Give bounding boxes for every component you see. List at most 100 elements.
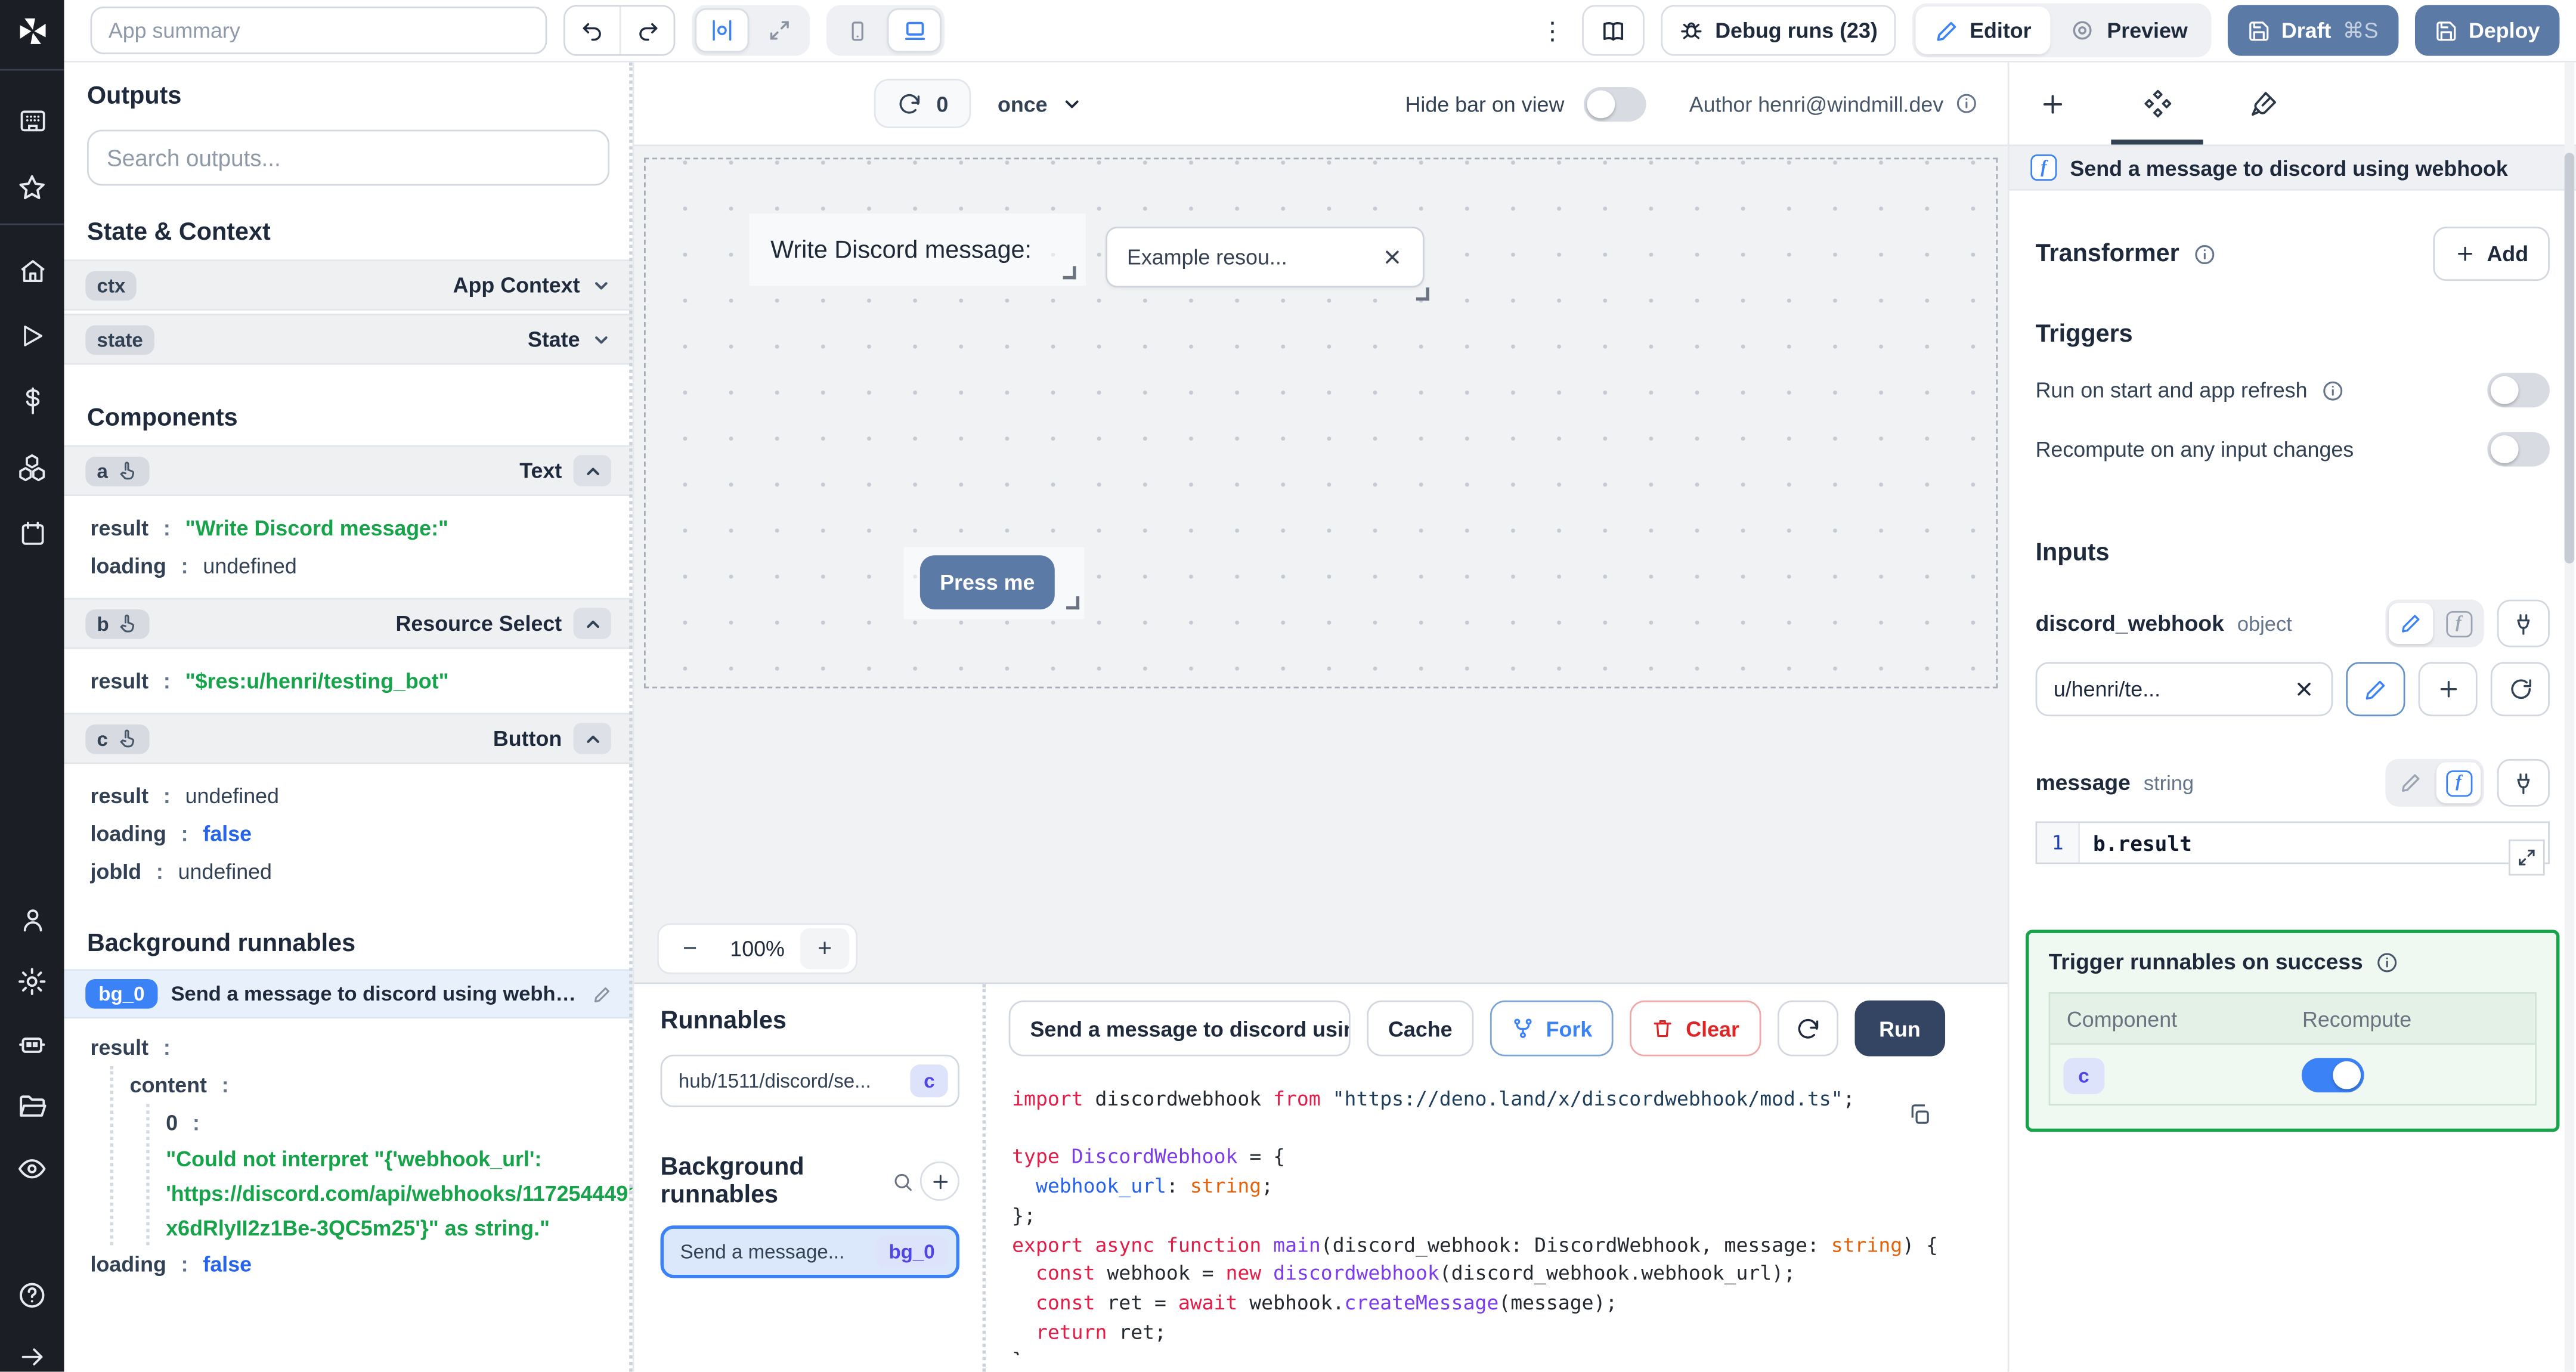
connect-input-button[interactable] [2497, 758, 2550, 807]
layout-toggle-group [691, 5, 810, 56]
tab-preview[interactable]: Preview [2051, 7, 2207, 54]
deploy-button[interactable]: Deploy [2414, 5, 2560, 56]
collapse-chevron-button[interactable] [573, 723, 611, 754]
sidebar-item-audit-logs[interactable] [17, 1153, 48, 1184]
component-row[interactable]: a Text [64, 445, 633, 497]
tab-editor[interactable]: Editor [1915, 7, 2051, 54]
resize-handle[interactable] [1416, 287, 1429, 301]
component-row[interactable]: c Button [64, 713, 633, 764]
sidebar-item-resources[interactable] [17, 452, 48, 483]
sidebar-item-users[interactable] [17, 905, 47, 935]
sidebar-item-folders[interactable] [17, 1091, 48, 1122]
sidebar-item-workers[interactable] [17, 1029, 48, 1060]
runnable-item[interactable]: hub/1511/discord/se... c [660, 1054, 959, 1107]
debug-runs-button[interactable]: Debug runs (23) [1661, 5, 1896, 56]
clear-button[interactable]: Clear [1630, 1000, 1761, 1057]
static-mode-button[interactable] [2388, 603, 2433, 644]
app-grid[interactable]: Write Discord message: Example resou... … [643, 157, 1998, 689]
add-resource-button[interactable] [2418, 662, 2478, 717]
sidebar-item-settings[interactable] [17, 966, 48, 997]
sidebar-item-favorites[interactable] [17, 172, 48, 203]
sidebar-item-home[interactable] [17, 256, 47, 286]
add-background-runnable-button[interactable] [919, 1161, 959, 1201]
info-icon[interactable] [2376, 950, 2399, 974]
refresh-code-button[interactable] [1777, 1000, 1838, 1057]
collapse-chevron-button[interactable] [573, 608, 611, 639]
pointer-hand-icon [116, 728, 138, 750]
chevron-down-icon[interactable] [592, 275, 611, 295]
styling-tab[interactable] [2249, 89, 2279, 119]
run-button[interactable]: Run [1854, 1000, 1946, 1057]
trigger-row-run-on-start: Run on start and app refresh [2036, 373, 2550, 408]
zoom-in-button[interactable]: + [800, 928, 850, 970]
search-outputs-input[interactable] [87, 129, 610, 186]
fullscreen-layout-button[interactable] [753, 8, 807, 52]
background-runnable-row[interactable]: bg_0 Send a message to discord using web… [64, 969, 633, 1019]
recompute-on-change-toggle[interactable] [2487, 432, 2550, 467]
output-row-state[interactable]: state State [64, 314, 633, 365]
button-component: Press me [903, 547, 1085, 620]
sidebar-item-apps[interactable] [17, 107, 47, 137]
draft-button[interactable]: Draft ⌘S [2227, 5, 2398, 56]
copy-code-icon[interactable] [1908, 1102, 1932, 1127]
info-icon[interactable] [1955, 92, 1979, 115]
sidebar-item-runs[interactable] [18, 322, 46, 350]
sidebar-item-help[interactable] [17, 1280, 48, 1311]
collapse-chevron-button[interactable] [573, 455, 611, 487]
refresh-resource-button[interactable] [2490, 662, 2550, 717]
clear-resource-icon[interactable] [2293, 679, 2315, 700]
resize-handle[interactable] [1066, 596, 1080, 610]
recompute-c-toggle[interactable] [2302, 1057, 2365, 1092]
undo-button[interactable] [565, 7, 620, 54]
zoom-out-button[interactable]: − [665, 928, 715, 970]
runnable-component-badge: c [911, 1064, 948, 1098]
cache-button[interactable]: Cache [1367, 1000, 1474, 1057]
code-content[interactable]: import discordwebhook from "https://deno… [1009, 1073, 2008, 1355]
info-icon[interactable] [2193, 242, 2216, 265]
mobile-view-button[interactable] [829, 8, 884, 52]
outputs-panel: Outputs State & Context ctx App Context … [64, 62, 634, 1372]
output-row-ctx[interactable]: ctx App Context [64, 259, 633, 311]
resource-value-input[interactable]: u/henri/te... [2035, 662, 2333, 717]
more-menu-icon[interactable]: ⋮ [1539, 16, 1565, 45]
search-icon[interactable] [892, 1170, 914, 1192]
add-transformer-button[interactable]: Add [2432, 227, 2550, 281]
text-component[interactable]: Write Discord message: [749, 213, 1086, 286]
edit-resource-button[interactable] [2346, 662, 2405, 717]
insert-component-tab[interactable] [2039, 89, 2067, 117]
expand-editor-icon[interactable] [2509, 839, 2545, 876]
scrollbar[interactable] [2564, 62, 2575, 1372]
info-icon[interactable] [2321, 379, 2344, 402]
component-settings-tab[interactable] [2142, 88, 2174, 119]
sidebar-item-schedules[interactable] [17, 519, 47, 549]
run-mode-select[interactable]: once [998, 91, 1082, 116]
run-on-start-toggle[interactable] [2487, 373, 2550, 408]
background-runnable-item-selected[interactable]: Send a message... bg_0 [660, 1225, 959, 1278]
docs-button[interactable] [1582, 5, 1645, 56]
clear-select-icon[interactable] [1382, 246, 1403, 268]
component-row[interactable]: b Resource Select [64, 597, 633, 649]
hide-bar-toggle[interactable] [1584, 86, 1647, 121]
redo-button[interactable] [619, 7, 674, 54]
press-me-button[interactable]: Press me [919, 555, 1055, 610]
resource-select-component[interactable]: Example resou... [1106, 227, 1429, 301]
app-summary-input[interactable] [90, 7, 547, 54]
desktop-view-button[interactable] [887, 8, 942, 53]
script-title-button[interactable]: Send a message to discord using [1008, 1000, 1351, 1057]
center-layout-button[interactable] [695, 8, 750, 53]
edit-pencil-icon[interactable] [593, 985, 611, 1003]
connect-input-button[interactable] [2497, 599, 2550, 648]
resize-handle[interactable] [1063, 266, 1076, 280]
message-expression-editor[interactable]: 1 b.result [2035, 821, 2550, 876]
static-mode-button[interactable] [2389, 762, 2433, 803]
eval-mode-button[interactable]: f [2436, 603, 2481, 644]
sidebar-expand-icon[interactable] [17, 1342, 47, 1372]
sidebar-item-usage[interactable] [17, 386, 47, 416]
refresh-count-button[interactable]: 0 [874, 79, 971, 128]
outputs-title: Outputs [87, 82, 182, 110]
eval-mode-button[interactable]: f [2436, 762, 2481, 804]
chevron-down-icon[interactable] [592, 329, 611, 349]
fork-button[interactable]: Fork [1490, 1000, 1614, 1057]
sidebar-divider [0, 223, 64, 225]
windmill-logo-icon[interactable] [14, 13, 50, 49]
